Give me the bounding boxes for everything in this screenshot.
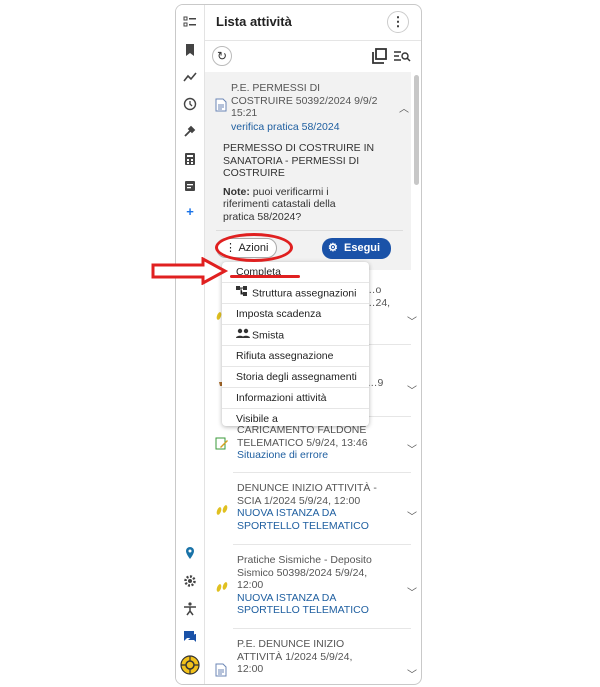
location-icon[interactable] xyxy=(182,545,198,561)
help-icon[interactable] xyxy=(180,655,200,675)
task-title-line: TELEMATICO 5/9/24, 13:46 xyxy=(237,436,368,449)
esegui-button[interactable]: ⚙ Esegui xyxy=(322,238,391,259)
task-title-line: 12:00 xyxy=(237,663,264,675)
menu-item-label: Informazioni attività xyxy=(236,392,327,404)
task-title-line: Sismico 50398/2024 5/9/24, xyxy=(237,566,368,579)
menu-item-rifiuta-assegnazione[interactable]: Rifiuta assegnazione xyxy=(222,346,369,367)
menu-item-label: Rifiuta assegnazione xyxy=(236,350,334,362)
chevron-down-icon[interactable]: ﹀ xyxy=(407,666,417,681)
task-subtitle-link[interactable]: NUOVA ISTANZA DA xyxy=(237,507,411,520)
menu-item-informazioni-attivita[interactable]: Informazioni attività xyxy=(222,388,369,409)
refresh-icon[interactable]: ↻ xyxy=(212,46,232,66)
chevron-down-icon[interactable]: ﹀ xyxy=(407,313,417,328)
menu-item-completa[interactable]: Completa xyxy=(222,262,369,283)
desc-line: SANATORIA - PERMESSI DI xyxy=(223,154,360,167)
note-label: Note: xyxy=(223,185,250,198)
tree-icon xyxy=(236,283,248,304)
tools-icon[interactable] xyxy=(182,123,198,139)
menu-item-imposta-scadenza[interactable]: Imposta scadenza xyxy=(222,304,369,325)
chevron-down-icon[interactable]: ﹀ xyxy=(407,508,417,523)
notes-icon[interactable] xyxy=(182,178,198,194)
chevron-down-icon[interactable]: ﹀ xyxy=(407,584,417,599)
menu-item-label: Smista xyxy=(252,329,285,342)
task-title-line: …o xyxy=(365,284,382,296)
row-divider xyxy=(233,472,411,473)
task-list-icon[interactable] xyxy=(182,14,198,30)
task-title-line: 12:00 xyxy=(237,579,264,591)
task-row[interactable]: …9 xyxy=(367,377,411,390)
chevron-down-icon[interactable]: ﹀ xyxy=(407,441,417,456)
menu-item-label: Storia degli assegnamenti xyxy=(236,371,357,383)
task-row[interactable]: P.E. DENUNCE INIZIO ATTIVITÀ 1/2024 5/9/… xyxy=(205,638,411,676)
arrow-icon xyxy=(151,257,229,285)
panel-title: Lista attività xyxy=(216,14,292,29)
task-title-line: DENUNCE INIZIO ATTIVITÀ - xyxy=(237,482,377,494)
menu-item-label: Imposta scadenza xyxy=(236,308,322,320)
note-line: puoi verificarmi i xyxy=(252,185,329,198)
add-icon[interactable]: + xyxy=(182,203,198,219)
gears-icon: ⚙ xyxy=(328,242,338,254)
chevron-up-icon[interactable]: ︿ xyxy=(399,100,409,115)
azioni-menu: Completa Struttura assegnazioni Imposta … xyxy=(222,262,369,426)
menu-item-label: Visibile a xyxy=(236,413,278,425)
task-subtitle-link[interactable]: verifica pratica 58/2024 xyxy=(231,121,401,134)
task-subtitle-link[interactable]: Situazione di errore xyxy=(237,449,411,462)
task-subtitle-link[interactable]: NUOVA ISTANZA DA xyxy=(237,592,411,605)
people-icon xyxy=(236,325,250,346)
actions-divider xyxy=(216,230,403,231)
esegui-label: Esegui xyxy=(344,242,381,254)
filter-list-icon[interactable] xyxy=(393,48,411,64)
note-line: riferimenti catastali della xyxy=(223,198,336,210)
chevron-down-icon[interactable]: ﹀ xyxy=(407,382,417,397)
chat-icon[interactable] xyxy=(182,628,198,644)
bookmarks-icon[interactable] xyxy=(182,42,198,58)
task-title-line: P.E. DENUNCE INIZIO xyxy=(237,638,345,650)
menu-item-storia-assegnamenti[interactable]: Storia degli assegnamenti xyxy=(222,367,369,388)
scrollbar[interactable] xyxy=(414,75,419,185)
copy-icon[interactable] xyxy=(372,48,388,64)
task-row[interactable]: DENUNCE INIZIO ATTIVITÀ - SCIA 1/2024 5/… xyxy=(205,482,411,532)
task-description: PERMESSO DI COSTRUIRE IN SANATORIA - PER… xyxy=(205,142,401,223)
history-icon[interactable] xyxy=(182,96,198,112)
menu-item-visibile-a[interactable]: Visibile a xyxy=(222,409,369,430)
task-subtitle-link[interactable]: SPORTELLO TELEMATICO xyxy=(237,604,411,617)
header-divider xyxy=(205,40,421,41)
desc-line: COSTRUIRE xyxy=(223,167,285,179)
task-title-line: Pratiche Sismiche - Deposito xyxy=(237,554,372,566)
task-header: P.E. PERMESSI DI COSTRUIRE 50392/2024 9/… xyxy=(205,82,401,133)
task-subtitle-link[interactable]: SPORTELLO TELEMATICO xyxy=(237,520,411,533)
menu-item-smista[interactable]: Smista xyxy=(222,325,369,346)
task-title-line: COSTRUIRE 50392/2024 9/9/2 xyxy=(231,94,378,107)
note-line: pratica 58/2024? xyxy=(223,210,302,223)
task-title-line: ATTIVITÀ 1/2024 5/9/24, xyxy=(237,650,353,663)
row-divider xyxy=(233,544,411,545)
task-title-line: 15:21 xyxy=(231,107,258,119)
menu-item-label: Struttura assegnazioni xyxy=(252,287,357,300)
more-vert-icon[interactable]: ⋮ xyxy=(387,11,409,33)
accessibility-icon[interactable] xyxy=(182,601,198,617)
task-title-line: …9 xyxy=(367,377,384,389)
task-title-line: SCIA 1/2024 5/9/24, 12:00 xyxy=(237,494,361,507)
menu-item-struttura-assegnazioni[interactable]: Struttura assegnazioni xyxy=(222,283,369,304)
highlight-underline xyxy=(230,275,300,278)
desc-line: PERMESSO DI COSTRUIRE IN xyxy=(223,142,375,154)
task-title-line: …24, xyxy=(365,296,391,309)
side-rail: + xyxy=(176,5,205,684)
settings-icon[interactable] xyxy=(182,573,198,589)
task-row[interactable]: Pratiche Sismiche - Deposito Sismico 503… xyxy=(205,554,411,617)
task-title-line: P.E. PERMESSI DI xyxy=(231,82,321,94)
task-row[interactable]: …o …24, xyxy=(365,284,411,309)
trend-icon[interactable] xyxy=(182,69,198,85)
row-divider xyxy=(233,628,411,629)
calculator-icon[interactable] xyxy=(182,151,198,167)
